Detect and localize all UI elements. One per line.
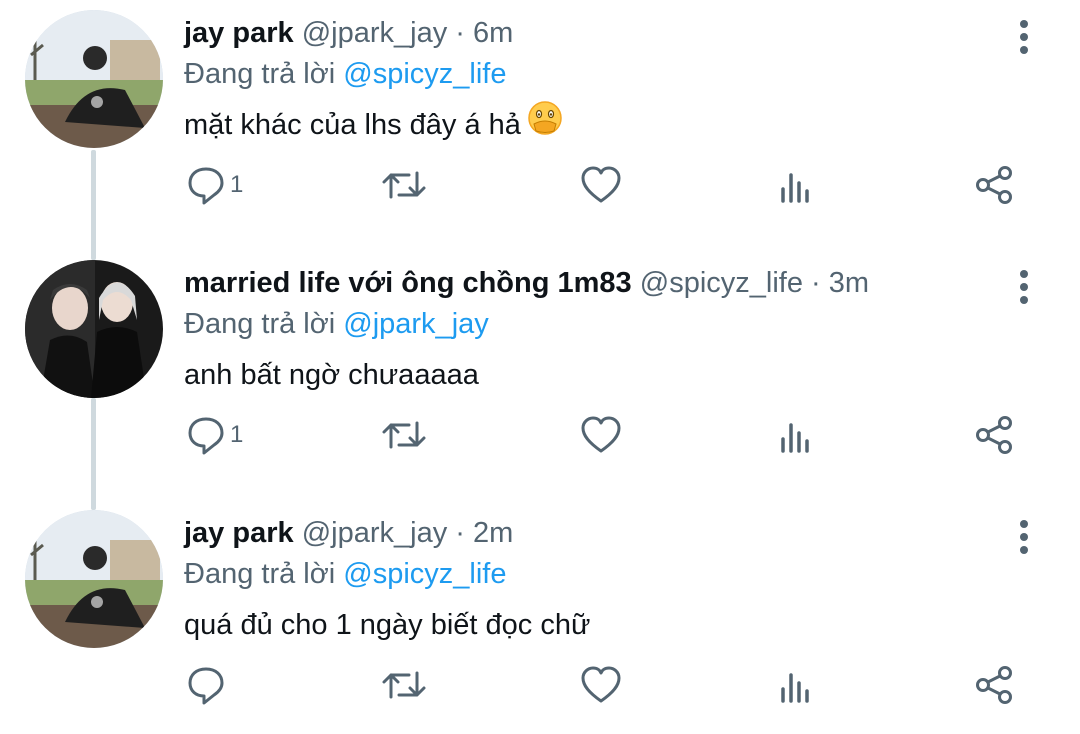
tweet[interactable]: jay park @jpark_jay · 2m Đang trả lời @s… — [0, 500, 1080, 734]
replying-to-label: Đang trả lời — [184, 58, 336, 90]
tweet-text: quá đủ cho 1 ngày biết đọc chữ — [184, 605, 590, 645]
tweet-header: married life với ông chồng 1m83 @spicyz_… — [184, 264, 869, 302]
timestamp[interactable]: 3m — [829, 267, 869, 299]
like-icon — [580, 415, 622, 455]
replying-to-label: Đang trả lời — [184, 308, 336, 340]
retweet-icon — [381, 165, 427, 205]
retweet-button[interactable] — [381, 160, 427, 210]
replying-to: Đang trả lời @spicyz_life — [184, 555, 506, 593]
views-icon — [779, 415, 815, 455]
tweet[interactable]: jay park @jpark_jay · 6m Đang trả lời @s… — [0, 0, 1080, 250]
like-button[interactable] — [580, 410, 622, 460]
share-button[interactable] — [974, 660, 1016, 710]
tweet-text-content: mặt khác của lhs đây á hả — [184, 109, 521, 141]
display-name[interactable]: jay park — [184, 17, 294, 49]
tweet-text-content: anh bất ngờ chưaaaaa — [184, 359, 479, 391]
tweet-header: jay park @jpark_jay · 2m — [184, 514, 513, 552]
more-options-icon[interactable] — [1014, 18, 1034, 58]
separator-dot: · — [455, 517, 465, 549]
tweet-text: anh bất ngờ chưaaaaa — [184, 355, 479, 395]
tweet-actions: 1 — [0, 160, 1080, 210]
like-button[interactable] — [580, 660, 622, 710]
retweet-button[interactable] — [381, 410, 427, 460]
tweet-actions — [0, 660, 1080, 710]
tweet-header: jay park @jpark_jay · 6m — [184, 14, 513, 52]
views-icon — [779, 165, 815, 205]
retweet-button[interactable] — [381, 660, 427, 710]
reply-icon — [186, 415, 226, 455]
avatar[interactable] — [25, 10, 163, 148]
replying-to-label: Đang trả lời — [184, 558, 336, 590]
more-options-icon[interactable] — [1014, 268, 1034, 308]
user-handle[interactable]: @spicyz_life — [640, 267, 803, 299]
share-icon — [974, 665, 1016, 705]
reply-button[interactable] — [186, 660, 230, 710]
separator-dot: · — [455, 17, 465, 49]
user-handle[interactable]: @jpark_jay — [302, 517, 448, 549]
mention-link[interactable]: @jpark_jay — [343, 308, 489, 340]
timestamp[interactable]: 6m — [473, 17, 513, 49]
reply-icon — [186, 165, 226, 205]
share-button[interactable] — [974, 160, 1016, 210]
display-name[interactable]: jay park — [184, 517, 294, 549]
tweet[interactable]: married life với ông chồng 1m83 @spicyz_… — [0, 250, 1080, 500]
like-icon — [580, 165, 622, 205]
avatar[interactable] — [25, 260, 163, 398]
mention-link[interactable]: @spicyz_life — [343, 58, 506, 90]
tweet-text-content: quá đủ cho 1 ngày biết đọc chữ — [184, 609, 591, 641]
retweet-icon — [381, 665, 427, 705]
views-button[interactable] — [779, 410, 815, 460]
reply-button[interactable]: 1 — [186, 410, 243, 460]
reply-count: 1 — [230, 421, 244, 448]
timestamp[interactable]: 2m — [473, 517, 513, 549]
more-options-icon[interactable] — [1014, 518, 1034, 558]
tweet-actions: 1 — [0, 410, 1080, 460]
share-button[interactable] — [974, 410, 1016, 460]
avatar[interactable] — [25, 510, 163, 648]
share-icon — [974, 415, 1016, 455]
display-name[interactable]: married life với ông chồng 1m83 — [184, 267, 632, 299]
reply-button[interactable]: 1 — [186, 160, 243, 210]
replying-to: Đang trả lời @spicyz_life — [184, 55, 506, 93]
retweet-icon — [381, 415, 427, 455]
views-button[interactable] — [779, 160, 815, 210]
like-button[interactable] — [580, 160, 622, 210]
tweet-text: mặt khác của lhs đây á hả — [184, 101, 563, 147]
share-icon — [974, 165, 1016, 205]
face-with-hand-over-mouth-emoji — [527, 100, 563, 147]
views-button[interactable] — [779, 660, 815, 710]
user-handle[interactable]: @jpark_jay — [302, 17, 448, 49]
views-icon — [779, 665, 815, 705]
reply-icon — [186, 665, 226, 705]
replying-to: Đang trả lời @jpark_jay — [184, 305, 489, 343]
separator-dot: · — [811, 267, 821, 299]
reply-count: 1 — [230, 171, 244, 198]
mention-link[interactable]: @spicyz_life — [343, 558, 506, 590]
like-icon — [580, 665, 622, 705]
